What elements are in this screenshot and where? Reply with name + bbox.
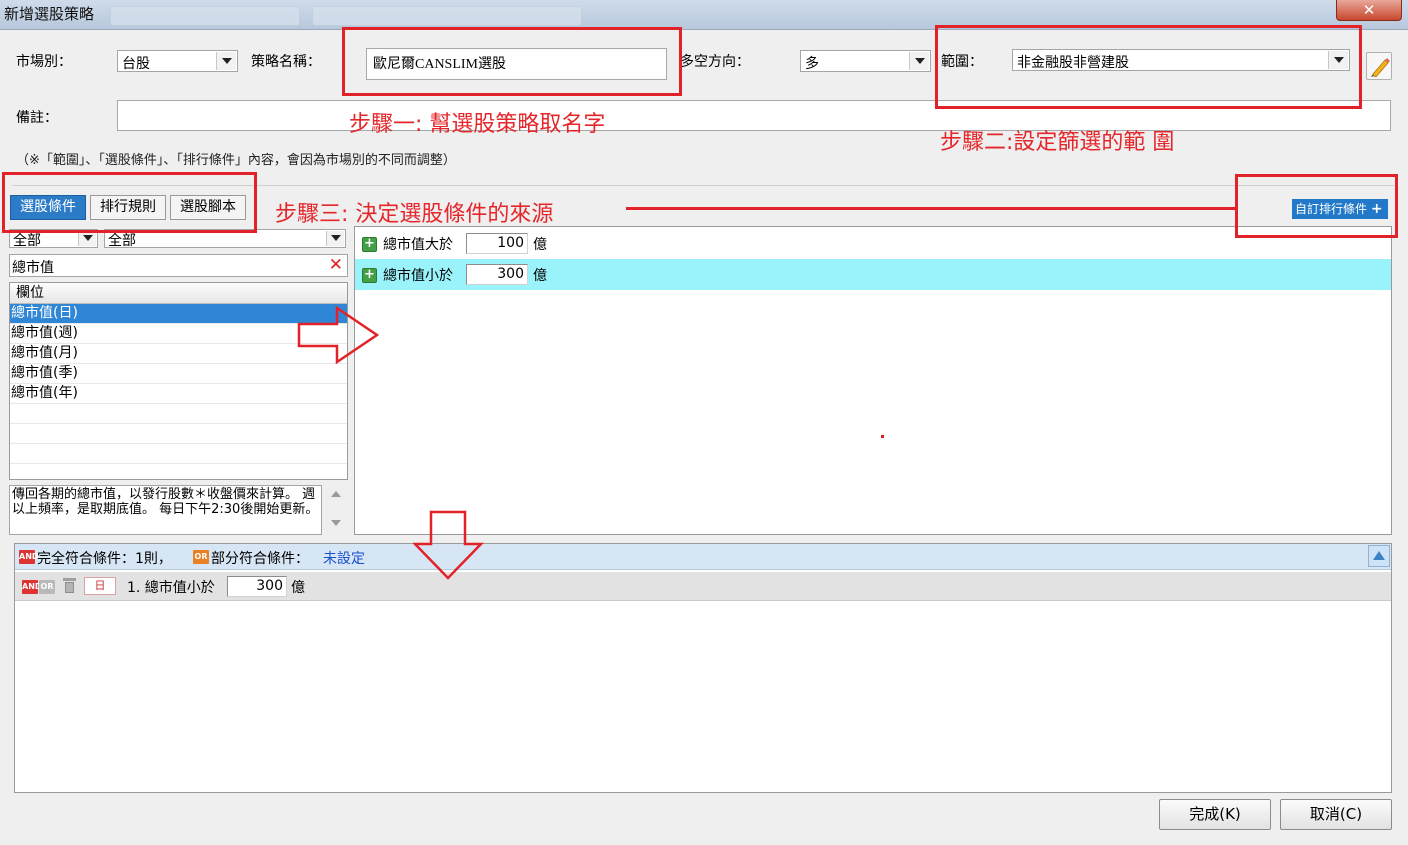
and-tag-icon: AND	[19, 550, 39, 564]
right-arrow-icon	[297, 306, 380, 364]
cancel-button[interactable]: 取消(C)	[1280, 799, 1392, 830]
scroll-down-icon[interactable]	[331, 520, 341, 526]
subcategory-filter-value: 全部	[108, 233, 136, 249]
condition-unit: 億	[533, 268, 547, 284]
strategy-name-label: 策略名稱：	[251, 54, 321, 70]
step3-highlight-box	[2, 172, 257, 233]
stray-dot	[881, 435, 884, 438]
add-condition-icon[interactable]: +	[362, 237, 377, 252]
step3-annotation: 步驟三: 決定選股條件的來源	[275, 202, 554, 227]
trash-icon[interactable]	[63, 578, 76, 593]
condition-panel: + 總市值大於 100 億 + 總市值小於 300 億	[354, 226, 1392, 535]
chevron-down-icon[interactable]	[216, 52, 236, 70]
selected-conditions-header: AND 完全符合條件：1則， OR 部分符合條件： 未設定	[15, 544, 1391, 570]
and-toggle-icon[interactable]: AND	[22, 580, 42, 594]
list-item[interactable]: 總市值(年)	[10, 384, 347, 404]
market-note: （※「範圍」、「選股條件」、「排行條件」內容，會因為市場別的不同而調整）	[16, 153, 456, 168]
condition-value-input[interactable]: 300	[466, 264, 528, 285]
step2-annotation: 步驟二:設定篩選的範 圍	[940, 130, 1175, 155]
scroll-up-icon[interactable]	[331, 491, 341, 497]
selected-condition-value-input[interactable]: 300	[227, 576, 287, 597]
selected-condition-value: 300	[256, 578, 283, 594]
full-match-text: 完全符合條件：1則，	[37, 551, 172, 567]
field-search-input[interactable]: 總市值 ✕	[9, 254, 348, 277]
list-item-empty	[10, 444, 347, 464]
clear-search-icon[interactable]: ✕	[329, 255, 343, 275]
down-arrow-icon	[413, 510, 484, 580]
selected-condition-label: 1. 總市值小於	[127, 580, 215, 596]
frequency-box[interactable]: 日	[84, 577, 116, 595]
list-item-empty	[10, 424, 347, 444]
condition-row[interactable]: + 總市值小於 300 億	[355, 259, 1391, 290]
step1-annotation: 步驟一: 幫選股策略取名字	[349, 112, 606, 137]
direction-select[interactable]: 多	[800, 50, 931, 72]
field-list-header: 欄位	[10, 283, 347, 304]
or-tag-icon: OR	[193, 550, 209, 564]
condition-unit: 億	[533, 237, 547, 253]
condition-label: 總市值大於	[383, 237, 453, 253]
step2-highlight-box	[935, 25, 1362, 109]
partial-match-label: 部分符合條件：	[211, 551, 309, 567]
chevron-down-icon[interactable]	[78, 231, 96, 246]
market-select[interactable]: 台股	[117, 50, 238, 72]
chevron-down-icon[interactable]	[909, 52, 929, 70]
condition-value-input[interactable]: 100	[466, 233, 528, 254]
condition-value: 100	[497, 235, 524, 251]
market-select-value: 台股	[122, 56, 150, 72]
list-item-empty	[10, 404, 347, 424]
close-button[interactable]: ✕	[1336, 0, 1402, 21]
list-item[interactable]: 總市值(季)	[10, 364, 347, 384]
background-tab-ghost	[312, 6, 582, 26]
direction-select-value: 多	[805, 56, 819, 72]
step1-highlight-box	[342, 27, 682, 96]
or-toggle-icon[interactable]: OR	[39, 580, 55, 594]
selected-conditions-panel: AND 完全符合條件：1則， OR 部分符合條件： 未設定 AND OR 日 1…	[14, 543, 1392, 793]
market-label: 市場別：	[16, 54, 72, 70]
edit-scope-button[interactable]	[1366, 52, 1392, 80]
background-tab-ghost	[110, 6, 300, 26]
connector-line	[626, 207, 1236, 210]
field-description: 傳回各期的總市值，以發行股數＊收盤價來計算。 週以上頻率，是取期底值。 每日下午…	[9, 485, 322, 535]
custom-rank-highlight-box	[1235, 174, 1398, 238]
field-search-value: 總市值	[12, 260, 54, 276]
selected-condition-unit: 億	[291, 580, 305, 596]
selected-condition-row[interactable]: AND OR 日 1. 總市值小於 300 億	[15, 572, 1391, 601]
condition-label: 總市值小於	[383, 268, 453, 284]
remark-label: 備註：	[16, 110, 58, 126]
direction-label: 多空方向：	[680, 54, 750, 70]
partial-match-link[interactable]: 未設定	[323, 548, 365, 568]
condition-value: 300	[497, 266, 524, 282]
category-filter-value: 全部	[13, 233, 41, 249]
ok-button[interactable]: 完成(K)	[1159, 799, 1271, 830]
description-scrollbar[interactable]	[326, 487, 346, 533]
collapse-icon[interactable]	[1368, 545, 1390, 567]
window-title: 新增選股策略	[4, 5, 95, 23]
chevron-down-icon[interactable]	[326, 231, 344, 246]
pencil-icon	[1371, 58, 1390, 78]
add-condition-icon[interactable]: +	[362, 268, 377, 283]
